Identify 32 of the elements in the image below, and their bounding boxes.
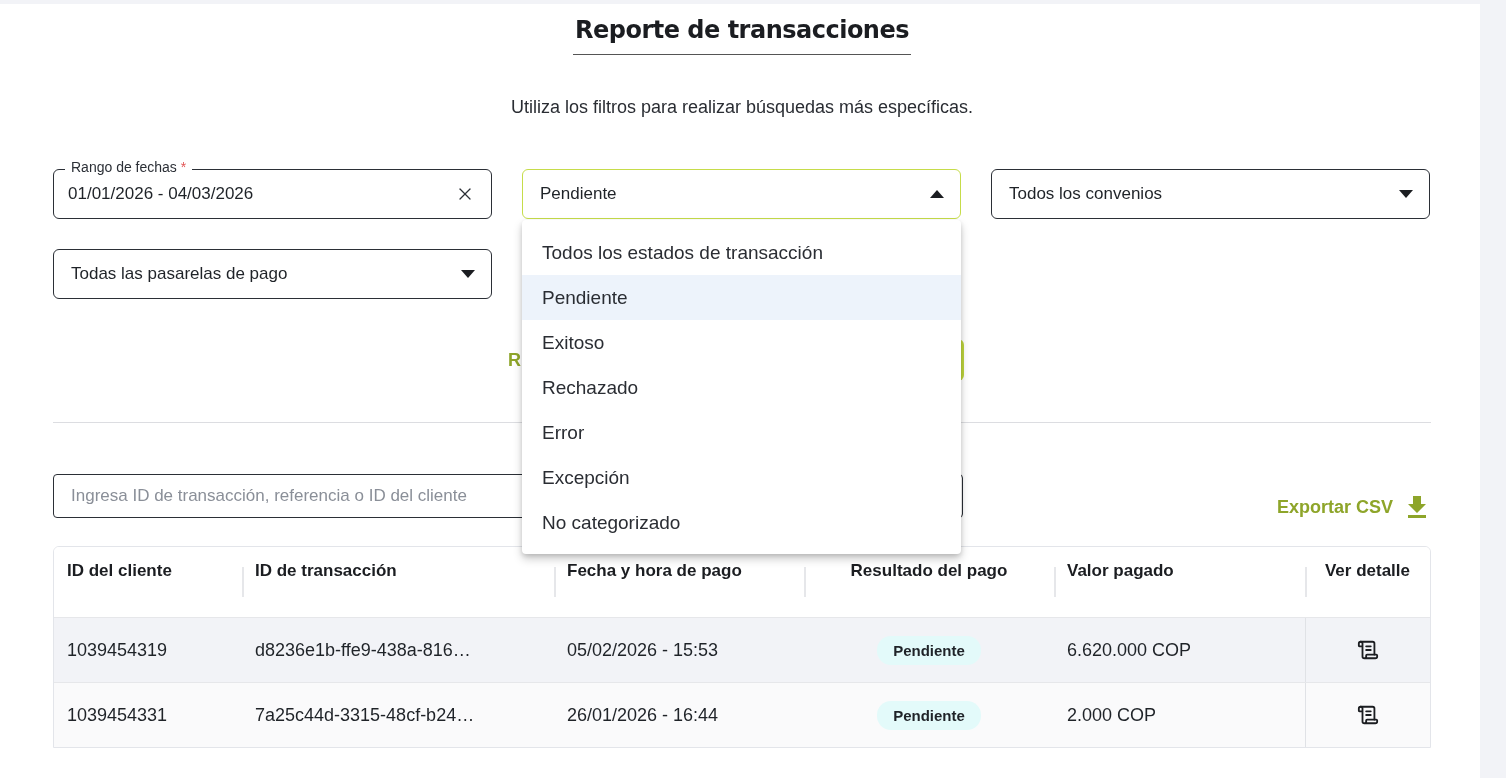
select-field[interactable]: Todas las pasarelas de pago — [53, 249, 492, 299]
column-header: Resultado del pago — [850, 561, 1008, 580]
column-header: ID del cliente — [67, 561, 172, 580]
column-header: Ver detalle — [1324, 561, 1411, 580]
caret-down-icon — [1399, 190, 1413, 198]
download-icon — [1407, 496, 1427, 518]
table-cell-text: 1039454319 — [66, 638, 169, 662]
caret-down-icon — [461, 270, 475, 278]
table-cell-text: 26/01/2026 - 16:44 — [566, 703, 720, 727]
menu-option[interactable]: Error — [522, 410, 961, 455]
select-field[interactable]: Todos los convenios — [991, 169, 1430, 219]
page-subtitle: Utiliza los filtros para realizar búsquedas más específicas. — [509, 97, 975, 118]
menu-option[interactable]: Pendiente — [522, 275, 961, 320]
menu-option[interactable]: Rechazado — [522, 365, 961, 410]
table-cell-text: 1039454331 — [66, 703, 169, 727]
caret-up-icon — [930, 190, 944, 198]
status-badge: Pendiente — [877, 700, 981, 730]
table-cell-text: 6.620.000 COP — [1066, 638, 1193, 662]
table-cell-text: 2.000 COP — [1066, 703, 1158, 727]
column-header: ID de transacción — [255, 561, 397, 580]
column-header: Fecha y hora de pago — [567, 561, 742, 580]
receipt-icon[interactable] — [1357, 704, 1379, 726]
select-field[interactable]: Pendiente — [522, 169, 961, 219]
table-cell-text: 7a25c44d-3315-48cf-b24… — [254, 703, 476, 727]
table-cell-text: d8236e1b-ffe9-438a-816… — [254, 638, 472, 662]
menu-option[interactable]: Todos los estados de transacción — [522, 230, 961, 275]
table-cell-text: 05/02/2026 - 15:53 — [566, 638, 720, 662]
menu-option[interactable]: Exitoso — [522, 320, 961, 365]
status-badge: Pendiente — [877, 635, 981, 665]
column-header: Valor pagado — [1067, 561, 1174, 580]
page-title: Reporte de transacciones — [572, 16, 912, 55]
receipt-icon[interactable] — [1357, 639, 1379, 661]
